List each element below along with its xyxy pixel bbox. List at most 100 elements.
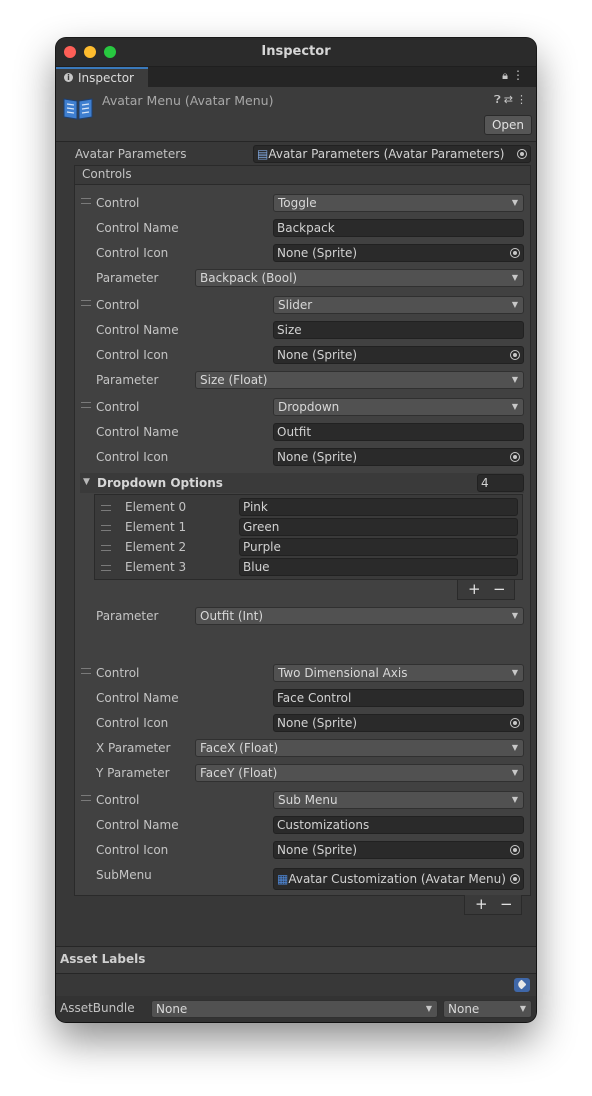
control-name-label: Control Name — [96, 221, 179, 235]
controls-header: Controls — [74, 165, 531, 185]
tag-icon[interactable] — [514, 978, 530, 992]
chevron-down-icon: ▼ — [511, 795, 518, 804]
title-bar: Inspector — [56, 38, 536, 67]
control-name-label: Control Name — [96, 691, 179, 705]
control-name-label: Control Name — [96, 425, 179, 439]
element-label: Element 3 — [125, 560, 187, 574]
control-name-field[interactable]: Backpack — [273, 219, 524, 237]
element-label: Element 2 — [125, 540, 187, 554]
element-field[interactable]: Blue — [239, 558, 518, 576]
control-label: Control — [96, 298, 140, 312]
dropdown-options-foldout[interactable]: ▼ Dropdown Options — [80, 473, 524, 493]
chevron-down-icon: ▼ — [511, 668, 518, 677]
object-picker-icon[interactable] — [510, 845, 520, 855]
info-icon: i — [64, 73, 73, 82]
parameter-dropdown[interactable]: Backpack (Bool) ▼ — [195, 269, 524, 287]
control-type-dropdown[interactable]: Dropdown ▼ — [273, 398, 524, 416]
presets-icon[interactable]: ⇄ — [504, 93, 516, 106]
open-button[interactable]: Open — [484, 115, 532, 135]
control-icon-label: Control Icon — [96, 716, 169, 730]
control-icon-field[interactable]: None (Sprite) — [273, 244, 524, 262]
object-picker-icon[interactable] — [517, 149, 527, 159]
object-picker-icon[interactable] — [510, 452, 520, 462]
book-icon: ▦ — [277, 872, 289, 886]
control-label: Control — [96, 196, 140, 210]
remove-control-button[interactable]: − — [500, 895, 513, 913]
header-icons: ❓︎⇄⋮ — [494, 93, 530, 107]
chevron-down-icon: ▼ — [511, 402, 518, 411]
book-icon — [63, 98, 93, 120]
control-name-field[interactable]: Size — [273, 321, 524, 339]
parameter-dropdown[interactable]: Outfit (Int) ▼ — [195, 607, 524, 625]
remove-element-button[interactable]: − — [493, 580, 506, 598]
asset-bundle-dropdown[interactable]: None ▼ — [151, 1000, 438, 1018]
asset-bundle-variant-dropdown[interactable]: None ▼ — [443, 1000, 532, 1018]
control-type-dropdown[interactable]: Two Dimensional Axis ▼ — [273, 664, 524, 682]
drag-handle[interactable] — [81, 402, 91, 408]
chevron-down-icon: ▼ — [511, 273, 518, 282]
object-picker-icon[interactable] — [510, 248, 520, 258]
controls-add-remove: + − — [464, 895, 522, 915]
element-field[interactable]: Pink — [239, 498, 518, 516]
inspector-header: Avatar Menu (Avatar Menu) ❓︎⇄⋮ Open — [56, 87, 536, 142]
control-icon-field[interactable]: None (Sprite) — [273, 448, 524, 466]
options-add-remove: + − — [457, 580, 515, 600]
drag-handle[interactable] — [101, 565, 111, 571]
object-picker-icon[interactable] — [510, 350, 520, 360]
control-name-field[interactable]: Customizations — [273, 816, 524, 834]
control-label: Control — [96, 666, 140, 680]
object-picker-icon[interactable] — [510, 874, 520, 884]
y-parameter-dropdown[interactable]: FaceY (Float) ▼ — [195, 764, 524, 782]
tab-menu-icon[interactable]: ⋮ — [512, 68, 524, 82]
control-icon-field[interactable]: None (Sprite) — [273, 841, 524, 859]
element-field[interactable]: Green — [239, 518, 518, 536]
element-label: Element 0 — [125, 500, 187, 514]
control-name-field[interactable]: Face Control — [273, 689, 524, 707]
control-icon-field[interactable]: None (Sprite) — [273, 346, 524, 364]
chevron-down-icon: ▼ — [511, 611, 518, 620]
parameter-dropdown[interactable]: Size (Float) ▼ — [195, 371, 524, 389]
add-element-button[interactable]: + — [468, 580, 481, 598]
help-icon[interactable]: ❓︎ — [494, 93, 504, 106]
submenu-label: SubMenu — [96, 868, 152, 882]
drag-handle[interactable] — [81, 198, 91, 204]
submenu-field[interactable]: ▦Avatar Customization (Avatar Menu) — [273, 868, 524, 890]
element-field[interactable]: Purple — [239, 538, 518, 556]
control-icon-label: Control Icon — [96, 348, 169, 362]
control-icon-label: Control Icon — [96, 843, 169, 857]
add-control-button[interactable]: + — [475, 895, 488, 913]
asset-labels-title: Asset Labels — [60, 952, 146, 966]
control-name-label: Control Name — [96, 818, 179, 832]
drag-handle[interactable] — [81, 300, 91, 306]
controls-header-label: Controls — [82, 167, 132, 181]
drag-handle[interactable] — [101, 545, 111, 551]
inspector-window: Inspector i Inspector 🔒︎ ⋮ Avatar Menu (… — [56, 38, 536, 1022]
context-menu-icon[interactable]: ⋮ — [516, 93, 530, 106]
control-type-dropdown[interactable]: Sub Menu ▼ — [273, 791, 524, 809]
y-parameter-label: Y Parameter — [96, 766, 170, 780]
chevron-down-icon: ▼ — [511, 198, 518, 207]
drag-handle[interactable] — [81, 668, 91, 674]
tab-label: Inspector — [78, 71, 134, 85]
drag-handle[interactable] — [101, 525, 111, 531]
dropdown-options-label: Dropdown Options — [97, 476, 223, 490]
x-parameter-dropdown[interactable]: FaceX (Float) ▼ — [195, 739, 524, 757]
chevron-down-icon: ▼ — [511, 375, 518, 384]
parameter-label: Parameter — [96, 373, 159, 387]
lock-icon[interactable]: 🔒︎ — [502, 69, 508, 83]
options-size-field[interactable]: 4 — [477, 474, 524, 492]
asset-bundle-label: AssetBundle — [60, 1001, 135, 1015]
object-picker-icon[interactable] — [510, 718, 520, 728]
avatar-parameters-field[interactable]: ▤Avatar Parameters (Avatar Parameters) — [253, 145, 531, 163]
x-parameter-label: X Parameter — [96, 741, 171, 755]
control-icon-field[interactable]: None (Sprite) — [273, 714, 524, 732]
control-name-field[interactable]: Outfit — [273, 423, 524, 441]
control-type-dropdown[interactable]: Toggle ▼ — [273, 194, 524, 212]
control-type-dropdown[interactable]: Slider ▼ — [273, 296, 524, 314]
foldout-triangle-icon[interactable]: ▼ — [83, 473, 90, 491]
avatar-parameters-label: Avatar Parameters — [75, 147, 187, 161]
drag-handle[interactable] — [81, 795, 91, 801]
drag-handle[interactable] — [101, 505, 111, 511]
control-icon-label: Control Icon — [96, 246, 169, 260]
tab-inspector[interactable]: i Inspector — [56, 67, 148, 87]
